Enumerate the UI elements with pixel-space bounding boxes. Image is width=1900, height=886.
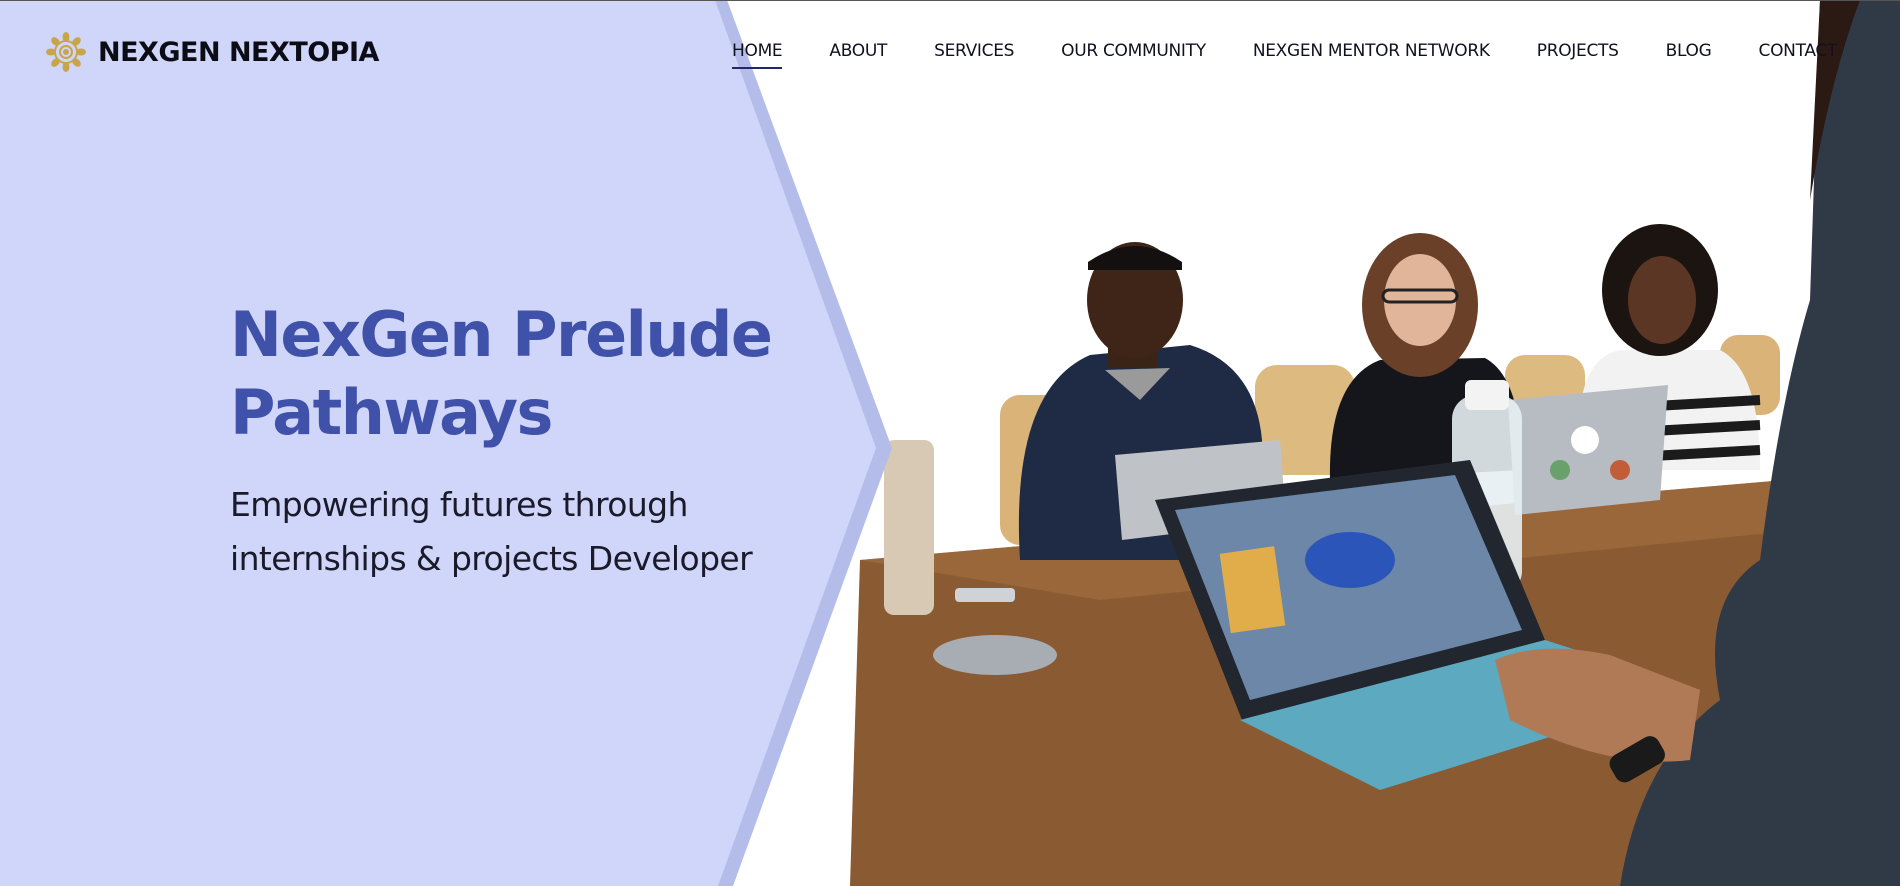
nav-contact[interactable]: CONTACT xyxy=(1759,41,1838,69)
nav-services[interactable]: SERVICES xyxy=(934,41,1014,69)
main-nav: HOME ABOUT SERVICES OUR COMMUNITY NEXGEN… xyxy=(732,41,1837,69)
tumbler xyxy=(884,440,934,615)
hero-subtitle: Empowering futures through internships &… xyxy=(230,485,753,578)
mouse xyxy=(933,635,1057,675)
hero-content: NexGen Prelude Pathways Empowering futur… xyxy=(230,296,870,586)
nav-our-community[interactable]: OUR COMMUNITY xyxy=(1061,41,1206,69)
brand-name: NEXGEN NEXTOPIA xyxy=(98,36,379,68)
site-header: NEXGEN NEXTOPIA HOME ABOUT SERVICES OUR … xyxy=(0,0,1900,104)
hero-title: NexGen Prelude Pathways xyxy=(230,298,773,449)
nav-about[interactable]: ABOUT xyxy=(829,41,887,69)
nav-blog[interactable]: BLOG xyxy=(1666,41,1712,69)
nav-projects[interactable]: PROJECTS xyxy=(1537,41,1619,69)
gold-mandala-logo-icon xyxy=(46,32,86,72)
nav-nexgen-mentor-network[interactable]: NEXGEN MENTOR NETWORK xyxy=(1253,41,1490,69)
brand[interactable]: NEXGEN NEXTOPIA xyxy=(46,32,379,72)
nav-home[interactable]: HOME xyxy=(732,41,783,69)
page: NEXGEN NEXTOPIA HOME ABOUT SERVICES OUR … xyxy=(0,0,1900,886)
